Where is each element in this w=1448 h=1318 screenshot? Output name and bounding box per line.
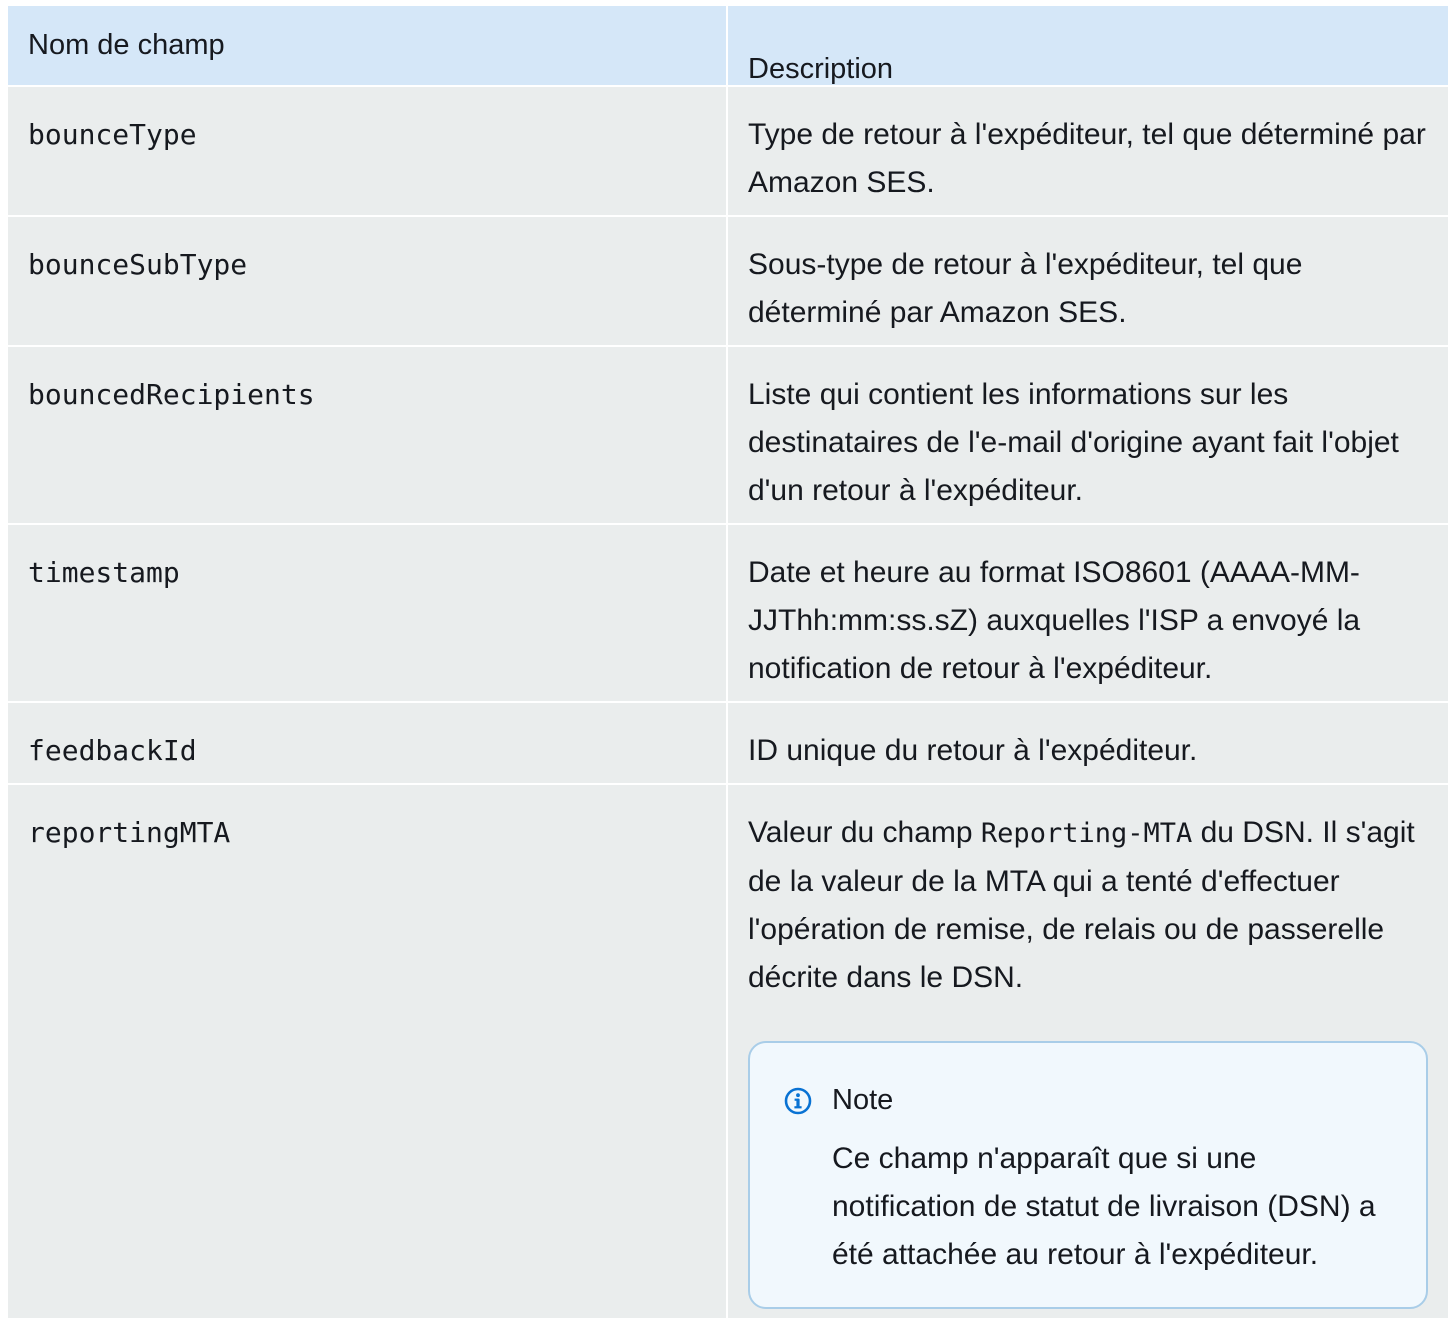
field-name-cell: timestamp (8, 525, 726, 701)
field-name-cell: bounceSubType (8, 217, 726, 345)
description-text: Valeur du champ Reporting-MTA du DSN. Il… (748, 809, 1430, 1002)
note-title: Note (832, 1084, 894, 1116)
field-table: Nom de champ Description bounceType Type… (8, 6, 1448, 1318)
field-name-cell: bouncedRecipients (8, 347, 726, 523)
description-cell: Valeur du champ Reporting-MTA du DSN. Il… (728, 785, 1448, 1318)
field-name-cell: feedbackId (8, 703, 726, 783)
description-cell: Liste qui contient les informations sur … (728, 347, 1448, 523)
description-cell: ID unique du retour à l'expéditeur. (728, 703, 1448, 783)
description-text-before: Valeur du champ (748, 816, 981, 849)
field-name-cell: reportingMTA (8, 785, 726, 1318)
inline-code: Reporting-MTA (980, 818, 1193, 849)
note-body: Ce champ n'apparaît que si une notificat… (832, 1142, 1376, 1271)
description-cell: Date et heure au format ISO8601 (AAAA-MM… (728, 525, 1448, 701)
note-callout: Note Ce champ n'apparaît que si une noti… (748, 1041, 1428, 1309)
header-description: Description (728, 6, 1448, 85)
info-icon (784, 1087, 812, 1115)
description-cell: Type de retour à l'expéditeur, tel que d… (728, 87, 1448, 215)
header-field-name: Nom de champ (8, 6, 726, 85)
field-name-cell: bounceType (8, 87, 726, 215)
description-cell: Sous-type de retour à l'expéditeur, tel … (728, 217, 1448, 345)
